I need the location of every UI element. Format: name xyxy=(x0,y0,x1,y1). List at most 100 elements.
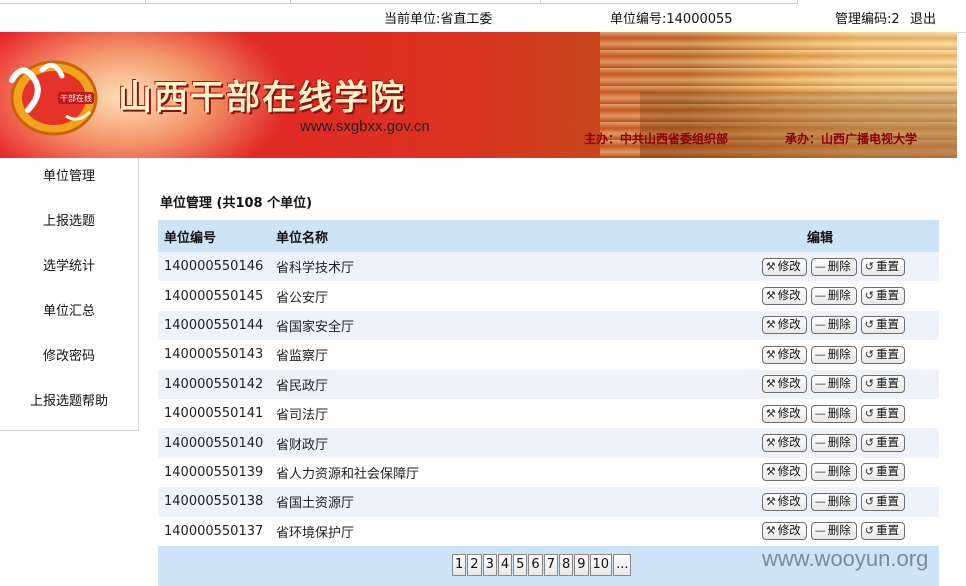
unit-code-cell: 140000550141 xyxy=(158,398,270,429)
tools-icon: ⚒ xyxy=(765,436,776,450)
reset-button[interactable]: ↺ 重置 xyxy=(860,287,905,306)
edit-button[interactable]: ⚒ 修改 xyxy=(761,434,807,453)
reset-button[interactable]: ↺ 重置 xyxy=(860,463,905,482)
column-header-code: 单位编号 xyxy=(158,220,270,252)
tools-icon: ⚒ xyxy=(765,524,776,538)
edit-button[interactable]: ⚒ 修改 xyxy=(761,463,807,482)
reset-button[interactable]: ↺ 重置 xyxy=(860,434,905,453)
reset-label: 重置 xyxy=(876,523,899,538)
reset-icon: ↺ xyxy=(864,465,874,479)
sidebar-item-unit-management[interactable]: 单位管理 xyxy=(0,165,138,184)
reset-icon: ↺ xyxy=(864,524,874,538)
delete-button[interactable]: — 删除 xyxy=(810,522,857,541)
edit-button[interactable]: ⚒ 修改 xyxy=(761,375,807,394)
organizer-text: 承办：山西广播电视大学 xyxy=(785,132,918,146)
edit-button[interactable]: ⚒ 修改 xyxy=(761,287,807,306)
tools-icon: ⚒ xyxy=(765,494,776,508)
edit-button[interactable]: ⚒ 修改 xyxy=(761,257,807,276)
table-row: 140000550144 省国家安全厅 ⚒ 修改 — 删除 ↺ 重置 xyxy=(158,310,939,341)
reset-button[interactable]: ↺ 重置 xyxy=(860,316,905,335)
edit-label: 修改 xyxy=(777,288,801,303)
edit-label: 修改 xyxy=(777,346,801,361)
sidebar-item-unit-summary[interactable]: 单位汇总 xyxy=(0,300,138,319)
action-cell: ⚒ 修改 — 删除 ↺ 重置 xyxy=(696,310,939,341)
minus-icon: — xyxy=(814,436,826,450)
minus-icon: — xyxy=(814,377,826,391)
reset-button[interactable]: ↺ 重置 xyxy=(860,492,905,511)
action-cell: ⚒ 修改 — 删除 ↺ 重置 xyxy=(696,487,939,517)
sidebar-item-change-password[interactable]: 修改密码 xyxy=(0,345,138,364)
delete-label: 删除 xyxy=(827,464,851,479)
reset-button[interactable]: ↺ 重置 xyxy=(860,345,905,364)
delete-button[interactable]: — 删除 xyxy=(810,463,857,482)
action-cell: ⚒ 修改 — 删除 ↺ 重置 xyxy=(696,457,939,488)
page-link[interactable]: 2 xyxy=(467,554,482,576)
unit-code-cell: 140000550140 xyxy=(158,428,270,458)
page-link[interactable]: 5 xyxy=(513,554,528,576)
reset-button[interactable]: ↺ 重置 xyxy=(860,375,905,394)
minus-icon: — xyxy=(814,465,826,479)
delete-label: 删除 xyxy=(827,288,851,303)
edit-button[interactable]: ⚒ 修改 xyxy=(761,345,807,364)
reset-label: 重置 xyxy=(876,346,899,361)
page-link[interactable]: 9 xyxy=(574,554,589,576)
reset-button[interactable]: ↺ 重置 xyxy=(860,522,905,541)
delete-label: 删除 xyxy=(827,493,851,508)
delete-button[interactable]: — 删除 xyxy=(810,375,857,394)
edit-button[interactable]: ⚒ 修改 xyxy=(761,316,807,335)
edit-button[interactable]: ⚒ 修改 xyxy=(761,522,807,541)
page-link[interactable]: 3 xyxy=(482,554,497,576)
unit-name-cell: 省公安厅 xyxy=(270,281,696,311)
host-text: 主办：中共山西省委组织部 xyxy=(584,132,729,146)
page-link[interactable]: 8 xyxy=(558,554,574,576)
delete-label: 删除 xyxy=(827,435,851,450)
delete-button[interactable]: — 删除 xyxy=(810,434,857,453)
edit-label: 修改 xyxy=(777,435,801,450)
unit-code-cell: 140000550146 xyxy=(158,252,270,282)
edit-label: 修改 xyxy=(777,258,801,273)
waterfall-shadow xyxy=(640,92,957,158)
edit-button[interactable]: ⚒ 修改 xyxy=(761,492,807,511)
reset-button[interactable]: ↺ 重置 xyxy=(860,404,905,423)
action-cell: ⚒ 修改 — 删除 ↺ 重置 xyxy=(696,398,939,429)
delete-button[interactable]: — 删除 xyxy=(810,404,857,423)
page-link[interactable]: 10 xyxy=(589,554,613,576)
tools-icon: ⚒ xyxy=(765,347,776,361)
minus-icon: — xyxy=(814,318,826,332)
edit-button[interactable]: ⚒ 修改 xyxy=(761,404,807,423)
delete-button[interactable]: — 删除 xyxy=(810,257,857,276)
unit-name-cell: 省科学技术厅 xyxy=(270,252,696,282)
page-link[interactable]: 4 xyxy=(497,554,513,576)
unit-name-cell: 省民政厅 xyxy=(270,369,696,399)
reset-label: 重置 xyxy=(876,317,899,332)
action-cell: ⚒ 修改 — 删除 ↺ 重置 xyxy=(696,369,939,399)
table-row: 140000550140 省财政厅 ⚒ 修改 — 删除 ↺ 重置 xyxy=(158,428,939,458)
watermark: www.wooyun.org xyxy=(762,546,929,571)
sidebar-item-study-stats[interactable]: 选学统计 xyxy=(0,255,138,274)
logout-link[interactable]: 退出 xyxy=(910,8,936,27)
pagination: 1 2 3 4 5 6 7 8 9 10... xyxy=(452,554,632,576)
edit-label: 修改 xyxy=(777,405,801,420)
table-row: 140000550139 省人力资源和社会保障厅 ⚒ 修改 — 删除 ↺ 重置 xyxy=(158,457,939,488)
reset-icon: ↺ xyxy=(864,318,874,332)
page-more-link[interactable]: ... xyxy=(613,554,632,576)
sidebar-item-report-help[interactable]: 上报选题帮助 xyxy=(0,390,138,409)
reset-button[interactable]: ↺ 重置 xyxy=(860,257,905,276)
sidebar-item-report-topic[interactable]: 上报选题 xyxy=(0,210,138,229)
delete-button[interactable]: — 删除 xyxy=(810,287,857,306)
page-link[interactable]: 7 xyxy=(543,554,558,576)
unit-table: 单位编号 单位名称 编辑 140000550146 省科学技术厅 ⚒ 修改 — 删除 ↺ 重置… xyxy=(158,220,939,546)
unit-name-cell: 省监察厅 xyxy=(270,340,696,370)
page-link[interactable]: 6 xyxy=(528,554,543,576)
tab-divider xyxy=(145,0,291,4)
unit-code-cell: 140000550142 xyxy=(158,369,270,399)
reset-label: 重置 xyxy=(876,464,899,479)
reset-icon: ↺ xyxy=(864,406,874,420)
delete-button[interactable]: — 删除 xyxy=(810,345,857,364)
edit-label: 修改 xyxy=(777,376,801,391)
minus-icon: — xyxy=(814,347,826,361)
delete-button[interactable]: — 删除 xyxy=(810,316,857,335)
delete-button[interactable]: — 删除 xyxy=(810,492,857,511)
page-link[interactable]: 1 xyxy=(452,554,467,576)
current-unit: 当前单位:省直工委 xyxy=(384,12,493,27)
